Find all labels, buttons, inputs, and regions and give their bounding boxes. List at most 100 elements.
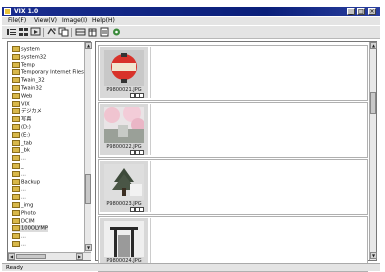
maximize-button[interactable]: □ [357,8,365,15]
tree-hscroll-thumb[interactable] [16,254,46,259]
tree-item-label: ... [21,233,26,240]
menu-help[interactable]: Help(H) [92,17,115,25]
tree-item[interactable]: ... [12,233,26,240]
thumbnail-actions[interactable] [130,207,144,212]
view-thumbs-icon[interactable] [18,27,29,37]
close-button[interactable]: × [368,8,376,15]
tree-scroll-thumb[interactable] [85,174,91,204]
tree-item[interactable]: ... [12,170,26,178]
rotate-icon[interactable] [46,27,57,37]
tree-item[interactable]: Backup [12,178,40,186]
slideshow-icon[interactable] [30,27,41,37]
tree-item[interactable]: Web [12,92,32,100]
tree-item[interactable]: (D:) [12,124,31,131]
folder-icon [12,85,20,91]
tree-item-label: 100OLYMP [21,225,48,232]
folder-icon [12,186,20,193]
tree-item[interactable]: VIX [12,100,30,108]
tree-item[interactable]: デジカメ [12,108,42,115]
thumbnail-action-icon[interactable] [140,208,143,211]
thumbnail-action-icon[interactable] [136,208,139,211]
tree-item-label: VIX [21,101,30,108]
folder-icon [12,92,20,99]
thumbnail-item[interactable]: P9800021.JPG [100,47,148,98]
view-list-icon[interactable] [6,27,17,37]
scroll-right-arrow-icon[interactable]: ▶ [76,253,83,260]
thumbnail-actions[interactable] [130,150,144,155]
gallery-scroll-thumb[interactable] [370,92,376,114]
folder-icon [12,233,20,240]
tree-item[interactable]: (E:) [12,131,30,139]
tree-item[interactable]: _bk [12,147,30,154]
thumbnail-gallery[interactable]: P9800021.JPG P9800022.JPG P9800023.JPG P980… [95,41,377,272]
thumbnail-actions[interactable] [130,93,144,98]
scroll-up-arrow-icon[interactable]: ▲ [85,42,92,49]
thumbnail-action-icon[interactable] [131,208,134,211]
photo-thumbnail[interactable] [104,50,144,86]
tree-item-label: _tab [21,140,33,147]
thumbnail-action-icon[interactable] [136,151,139,154]
thumbnail-action-icon[interactable] [136,94,139,97]
scroll-down-arrow-icon[interactable]: ▼ [85,244,92,251]
menu-view[interactable]: View(V) [34,17,57,25]
tree-item[interactable]: _tab [12,139,33,147]
tree-item[interactable]: 100OLYMP [12,225,48,233]
folder-icon [12,139,20,146]
scroll-down-arrow-icon[interactable]: ▼ [370,252,377,259]
tree-item[interactable]: ... [12,241,26,248]
thumbnail-action-icon[interactable] [140,151,143,154]
tree-scrollbar[interactable]: ▲ ▼ [84,42,92,252]
tree-item[interactable]: Photo [12,209,36,217]
delete-icon[interactable] [87,27,98,37]
folder-icon [12,194,20,201]
menu-image[interactable]: Image(I) [62,17,87,25]
thumbnail-action-icon[interactable] [131,94,134,97]
tree-hscrollbar[interactable]: ◀ ▶ [8,252,91,260]
thumbnail-item[interactable]: P9800023.JPG [100,161,148,212]
tree-item-label: ... [21,186,26,193]
tree-item[interactable]: ... [12,155,26,162]
toolbar [2,26,380,39]
scroll-left-arrow-icon[interactable]: ◀ [8,253,15,260]
tree-item[interactable]: ... [12,186,26,193]
folder-icon [12,170,20,177]
thumbnail-item[interactable]: P9800022.JPG [100,104,148,155]
menu-file[interactable]: File(F) [8,17,26,25]
tree-item[interactable]: _img [12,202,33,209]
settings-icon[interactable] [111,27,122,37]
tree-item[interactable]: ... [12,194,26,201]
folder-icon [12,147,20,154]
tree-item-label: system [21,46,40,53]
print-icon[interactable] [99,27,110,37]
folder-icon [12,241,20,247]
minimize-button[interactable]: _ [347,8,355,15]
photo-thumbnail[interactable] [104,221,144,257]
tree-item-label: _bk [21,147,30,154]
thumbnail-row-area [150,218,365,269]
thumbnail-row: P9800023.JPG [98,159,368,215]
thumbnail-item[interactable]: P9800024.JPG [100,218,148,269]
move-icon[interactable] [75,27,86,37]
tree-item-label: ... [21,171,26,178]
tree-item[interactable]: system [12,46,40,53]
tree-item[interactable]: DCIM [12,217,35,225]
tree-item[interactable]: system32 [12,53,46,61]
folder-icon [12,116,20,123]
tree-item-label: Temporary Internet Files [21,69,84,76]
gallery-scrollbar[interactable]: ▲ ▼ [369,42,377,260]
photo-thumbnail[interactable] [104,164,144,200]
thumbnail-action-icon[interactable] [131,151,134,154]
tree-item-label: DCIM [21,218,35,225]
folder-tree[interactable]: system system32 Temp Temporary Internet Fil… [7,41,92,261]
tree-item[interactable]: Twain_32 [12,77,45,84]
scroll-up-arrow-icon[interactable]: ▲ [370,42,377,49]
thumbnail-action-icon[interactable] [140,94,143,97]
tree-item[interactable]: _ [12,163,24,170]
tree-item[interactable]: Temporary Internet Files [12,69,84,76]
title-bar[interactable]: VIX 1.0 _ □ × [2,7,380,16]
tree-item[interactable]: Twain32 [12,85,42,92]
copy-icon[interactable] [58,27,69,37]
tree-item[interactable]: Temp [12,61,35,69]
photo-thumbnail[interactable] [104,107,144,143]
tree-item[interactable]: 写真 [12,116,31,123]
